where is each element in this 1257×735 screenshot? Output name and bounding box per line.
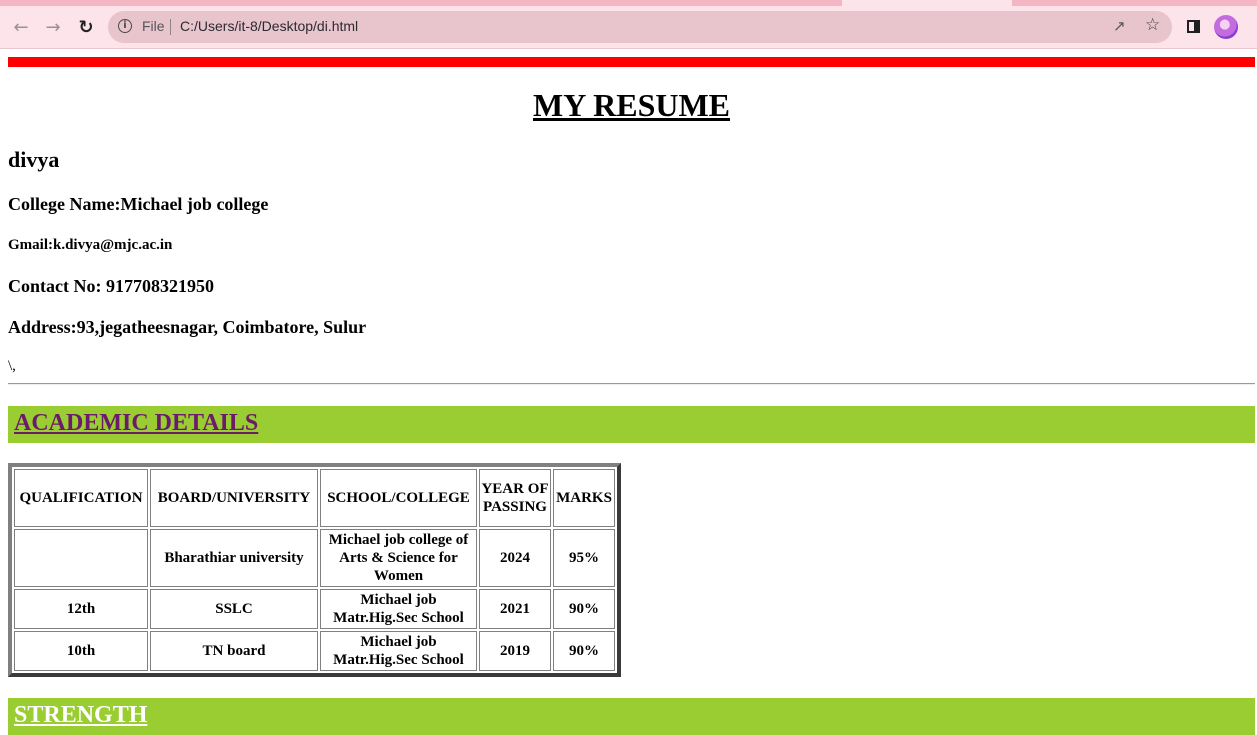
top-red-bar [8,57,1255,67]
browser-toolbar: ← → ↻ i File C:/Users/it-8/Desktop/di.ht… [0,6,1257,49]
star-icon[interactable]: ☆ [1145,15,1160,35]
table-row: 10th TN board Michael job Matr.Hig.Sec S… [14,631,615,671]
cell-qualification [14,529,148,587]
academic-table-wrapper: QUALIFICATION BOARD/UNIVERSITY SCHOOL/CO… [8,463,621,677]
cell-year: 2024 [479,529,551,587]
horizontal-rule [8,383,1255,385]
cell-board: TN board [150,631,318,671]
cell-qualification: 12th [14,589,148,629]
cell-marks: 90% [553,589,615,629]
header-marks: MARKS [553,469,615,527]
gmail-text: Gmail:k.divya@mjc.ac.in [8,237,173,253]
cell-marks: 95% [553,529,615,587]
header-school: SCHOOL/COLLEGE [320,469,477,527]
cell-board: SSLC [150,589,318,629]
contact-number: Contact No: 917708321950 [8,276,214,296]
cell-qualification: 10th [14,631,148,671]
academic-details-link[interactable]: ACADEMIC DETAILS [14,410,258,437]
cell-school: Michael job college of Arts & Science fo… [320,529,477,587]
cell-board: Bharathiar university [150,529,318,587]
omnibox-divider [170,19,171,35]
page-content: MY RESUME divya College Name:Michael job… [0,49,1257,735]
share-icon[interactable]: ↗ [1113,17,1126,35]
cell-year: 2019 [479,631,551,671]
college-name: College Name:Michael job college [8,194,269,214]
academic-section-header: ACADEMIC DETAILS [8,406,1255,443]
header-board: BOARD/UNIVERSITY [150,469,318,527]
header-year: YEAR OF PASSING [479,469,551,527]
academic-table: QUALIFICATION BOARD/UNIVERSITY SCHOOL/CO… [8,463,621,677]
cell-marks: 90% [553,631,615,671]
forward-icon[interactable]: → [41,15,65,39]
back-icon[interactable]: ← [9,15,33,39]
header-qualification: QUALIFICATION [14,469,148,527]
info-icon[interactable]: i [118,19,132,33]
candidate-name: divya [8,147,60,172]
table-row: 12th SSLC Michael job Matr.Hig.Sec Schoo… [14,589,615,629]
table-header-row: QUALIFICATION BOARD/UNIVERSITY SCHOOL/CO… [14,469,615,527]
table-row: Bharathiar university Michael job colleg… [14,529,615,587]
reload-icon[interactable]: ↻ [74,15,98,39]
cell-school: Michael job Matr.Hig.Sec School [320,631,477,671]
side-panel-icon[interactable] [1187,20,1200,33]
address-text: Address:93,jegatheesnagar, Coimbatore, S… [8,317,367,337]
strength-link[interactable]: STRENGTH [14,702,147,729]
url-text[interactable]: C:/Users/it-8/Desktop/di.html [180,18,358,34]
scheme-label: File [142,18,165,34]
address-bar[interactable]: i File C:/Users/it-8/Desktop/di.html ↗ ☆ [108,11,1172,43]
stray-text: \, [8,358,16,374]
strength-section-header: STRENGTH [8,698,1255,735]
page-title: MY RESUME [532,87,731,123]
cell-year: 2021 [479,589,551,629]
cell-school: Michael job Matr.Hig.Sec School [320,589,477,629]
avatar[interactable] [1214,15,1238,39]
